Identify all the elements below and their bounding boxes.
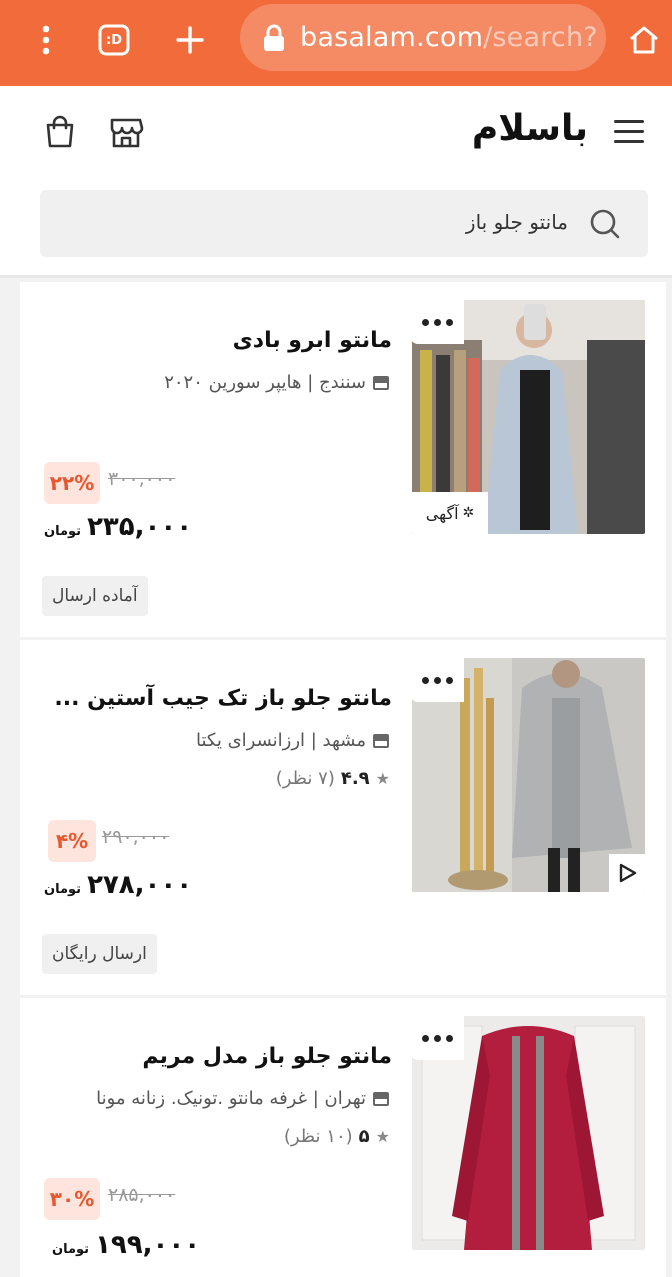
old-price: ۲۸۵,۰۰۰: [108, 1184, 176, 1206]
shipping-tag: آماده ارسال: [42, 576, 148, 616]
old-price: ۳۰۰,۰۰۰: [108, 468, 176, 490]
search-icon: [590, 209, 620, 239]
shop-icon: [373, 733, 389, 748]
currency-label: تومان: [44, 882, 82, 897]
address-bar[interactable]: basalam.com/search?: [240, 4, 606, 71]
ad-badge: ✲ آگهی: [412, 492, 488, 534]
overflow-menu-icon[interactable]: [20, 14, 72, 66]
cart-bag-icon[interactable]: [42, 114, 78, 150]
price-value: ۲۷۸,۰۰۰: [87, 870, 193, 900]
app-header: باسلام مانتو جلو باز: [0, 86, 672, 278]
tab-switcher-label: :D: [106, 32, 122, 48]
browser-toolbar: :D basalam.com/search?: [0, 0, 672, 86]
product-title[interactable]: مانتو جلو باز تک جیب آستین ...: [54, 686, 392, 711]
product-vendor[interactable]: سنندج | هایپر سورین ۲۰۲۰: [164, 372, 390, 393]
product-card[interactable]: مانتو جلو باز تک جیب آستین ... مشهد | ار…: [20, 640, 666, 995]
old-price: ۲۹۰,۰۰۰: [102, 826, 170, 848]
search-query: مانتو جلو باز: [465, 210, 568, 234]
price: ۲۷۸,۰۰۰ تومان: [44, 870, 192, 900]
price: ۲۳۵,۰۰۰ تومان: [44, 512, 192, 542]
url-path: /search?: [483, 22, 598, 53]
shipping-tag: ارسال رایگان: [42, 934, 157, 974]
discount-badge: ۳۰%: [44, 1178, 100, 1220]
more-options-icon[interactable]: [410, 1016, 464, 1060]
vendor-text: تهران | غرفه مانتو .تونیک. زنانه مونا: [96, 1088, 366, 1109]
more-options-icon[interactable]: [410, 658, 464, 702]
rating-value: ۴.۹: [340, 768, 370, 789]
product-card[interactable]: مانتو جلو باز مدل مریم تهران | غرفه مانت…: [20, 998, 666, 1277]
price-value: ۲۳۵,۰۰۰: [87, 512, 193, 542]
currency-label: تومان: [52, 1242, 90, 1257]
review-count: (۱۰ نظر): [283, 1126, 353, 1147]
star-icon: ★: [375, 769, 390, 788]
ad-label: آگهی: [425, 503, 459, 523]
product-rating: ★ ۴.۹ (۷ نظر): [276, 768, 390, 789]
price: ۱۹۹,۰۰۰ تومان: [52, 1230, 200, 1260]
video-play-icon[interactable]: [609, 854, 645, 892]
new-tab-icon[interactable]: [164, 14, 216, 66]
home-icon[interactable]: [618, 14, 670, 66]
product-card[interactable]: ✲ آگهی مانتو ابرو بادی سنندج | هایپر سور…: [20, 282, 666, 637]
tab-switcher-button[interactable]: :D: [88, 14, 140, 66]
review-count: (۷ نظر): [275, 768, 335, 789]
shop-icon: [373, 1091, 389, 1106]
vendor-store-icon[interactable]: [108, 114, 144, 150]
url-text: basalam.com/search?: [300, 22, 598, 53]
product-title[interactable]: مانتو جلو باز مدل مریم: [142, 1044, 392, 1069]
vendor-text: مشهد | ارزانسرای یکتا: [195, 730, 366, 751]
product-title[interactable]: مانتو ابرو بادی: [233, 328, 392, 353]
discount-badge: ۲۲%: [44, 462, 100, 504]
product-rating: ★ ۵ (۱۰ نظر): [284, 1126, 390, 1147]
menu-icon[interactable]: [614, 120, 644, 144]
currency-label: تومان: [44, 524, 82, 539]
logo[interactable]: باسلام: [472, 108, 589, 149]
more-options-icon[interactable]: [410, 300, 464, 344]
price-value: ۱۹۹,۰۰۰: [95, 1230, 201, 1260]
search-input[interactable]: مانتو جلو باز: [40, 190, 648, 257]
star-icon: ★: [375, 1127, 390, 1146]
product-vendor[interactable]: تهران | غرفه مانتو .تونیک. زنانه مونا: [96, 1088, 390, 1109]
discount-badge: ۴%: [48, 820, 96, 862]
rating-value: ۵: [358, 1126, 370, 1147]
vendor-text: سنندج | هایپر سورین ۲۰۲۰: [164, 372, 366, 393]
ad-icon: ✲: [462, 505, 475, 521]
lock-icon: [264, 24, 284, 51]
url-host: basalam.com: [300, 22, 484, 53]
product-vendor[interactable]: مشهد | ارزانسرای یکتا: [196, 730, 390, 751]
shop-icon: [373, 375, 389, 390]
